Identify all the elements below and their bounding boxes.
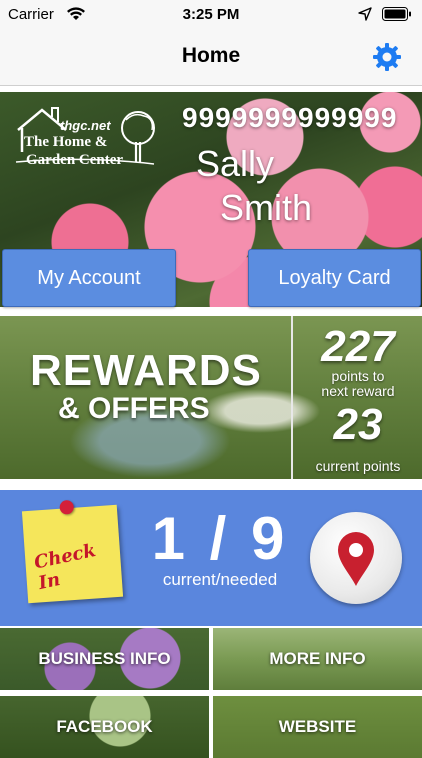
check-in-panel: Check In 1 / 9 current/needed	[0, 490, 422, 626]
push-pin-icon	[59, 499, 75, 515]
navigation-bar: Home	[0, 30, 422, 86]
next-reward-label: next reward	[321, 383, 395, 399]
current-points-label: current points	[315, 458, 401, 474]
map-location-button[interactable]	[310, 512, 402, 604]
more-info-tile[interactable]: MORE INFO	[213, 628, 422, 690]
rewards-divider	[291, 316, 293, 479]
facebook-tile[interactable]: FACEBOOK	[0, 696, 209, 758]
map-pin-icon	[338, 532, 374, 586]
check-in-note[interactable]: Check In	[21, 499, 124, 604]
current-points-value: 23	[333, 400, 383, 449]
battery-icon	[382, 7, 411, 21]
loyalty-card-button[interactable]: Loyalty Card	[248, 249, 421, 307]
check-in-count-label: current/needed	[162, 570, 278, 589]
page-title: Home	[181, 44, 241, 67]
location-arrow-icon	[358, 7, 372, 21]
business-info-tile[interactable]: BUSINESS INFO	[0, 628, 209, 690]
logo-url-text: thgc.net	[60, 118, 111, 133]
rewards-title: REWARDS	[30, 346, 262, 395]
gear-icon[interactable]	[372, 42, 402, 72]
check-in-count: 1 / 9	[151, 505, 289, 572]
points-to-next-value: 227	[321, 322, 395, 371]
customer-last-name: Smith	[220, 187, 313, 228]
rewards-offers-panel[interactable]: REWARDS & OFFERS 227 points to next rewa…	[0, 316, 422, 479]
check-in-note-text: Check In	[32, 539, 98, 595]
store-logo: thgc.net The Home & Garden Center	[15, 107, 155, 168]
status-bar: Carrier 3:25 PM	[0, 0, 422, 30]
website-tile[interactable]: WEBSITE	[213, 696, 422, 758]
my-account-button[interactable]: My Account	[2, 249, 176, 307]
logo-line-1: The Home &	[24, 134, 107, 150]
logo-line-2: Garden Center	[26, 152, 123, 168]
loyalty-card-number: 9999999999999	[182, 102, 398, 133]
customer-first-name: Sally	[195, 143, 275, 184]
offers-subtitle: & OFFERS	[58, 392, 210, 425]
customer-name: Sally Smith	[180, 142, 313, 230]
points-to-label: points to	[331, 368, 385, 384]
